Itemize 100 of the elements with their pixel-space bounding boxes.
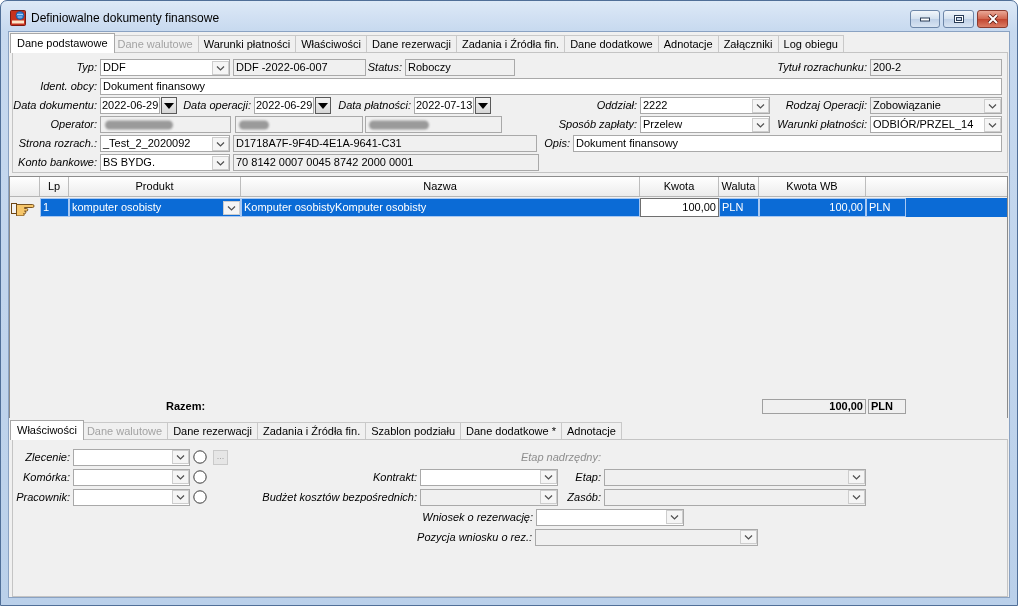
column-header[interactable]: Kwota WB [759, 177, 866, 196]
chevron-down-icon [984, 117, 1001, 132]
column-header[interactable]: Produkt [69, 177, 241, 196]
text-field[interactable]: Dokument finansowy [100, 78, 1002, 95]
dropdown-field[interactable] [73, 488, 190, 506]
date-field[interactable]: 2022-06-29 [254, 97, 314, 114]
field-label: Data dokumentu: [13, 99, 97, 112]
minimize-icon [919, 16, 931, 22]
tab[interactable]: Dane rezerwacji [167, 422, 258, 439]
close-button[interactable] [977, 10, 1008, 28]
text-field: 200-2 [870, 59, 1002, 76]
chevron-down-icon [540, 470, 557, 484]
total-field: 100,00 [762, 399, 866, 414]
field-label: Kontrakt: [372, 470, 417, 484]
redaction-blur-icon [366, 118, 432, 132]
date-picker-button[interactable] [475, 97, 491, 114]
tab[interactable]: Dane rezerwacji [366, 35, 457, 52]
chevron-down-icon [172, 450, 189, 464]
tab[interactable]: Adnotacje [657, 35, 719, 52]
chevron-down-icon [172, 490, 189, 504]
down-triangle-icon [478, 102, 488, 109]
chevron-down-icon [212, 60, 229, 75]
chevron-down-icon [740, 530, 757, 544]
tab[interactable]: Warunki płatności [197, 35, 297, 52]
field-label: Wniosek o rezerwację: [422, 510, 533, 524]
field-label: Rodzaj Operacji: [785, 99, 867, 112]
chevron-down-icon [172, 470, 189, 484]
chevron-down-icon [212, 136, 229, 151]
field-label: Status: [367, 61, 402, 74]
chevron-down-icon [984, 98, 1001, 113]
radio-button[interactable] [193, 490, 207, 504]
dropdown-field[interactable]: Przelew [640, 116, 770, 133]
field-label: Operator: [50, 118, 97, 131]
tab[interactable]: Szablon podziału [365, 422, 461, 439]
field-label: Pozycja wniosku o rez.: [417, 530, 532, 544]
currency-field: PLN [868, 399, 906, 414]
tab[interactable]: Dane podstawowe [10, 33, 115, 53]
text-field: DDF -2022-06-007 [233, 59, 366, 76]
dropdown-field[interactable] [536, 508, 684, 526]
date-picker-button[interactable] [315, 97, 331, 114]
maximize-button[interactable] [943, 10, 974, 28]
total-label: Razem: [166, 400, 206, 413]
table-row[interactable]: 1 komputer osobisty Komputer osobistyKomputer osobisty 100,00 PLN 100,00 PLN [10, 198, 1007, 217]
tab[interactable]: Adnotacje [560, 422, 622, 439]
tab[interactable]: Właściwości [10, 420, 84, 440]
field-label: Sposób zapłaty: [558, 118, 637, 131]
column-header[interactable]: Nazwa [241, 177, 640, 196]
table-cell: 1 [40, 198, 69, 217]
tab[interactable]: Załączniki [717, 35, 779, 52]
tab[interactable]: Log obiegu [777, 35, 844, 52]
dropdown-field[interactable]: ODBIÓR/PRZEL_14 [870, 116, 1002, 133]
text-field[interactable]: Dokument finansowy [573, 135, 1002, 152]
date-picker-button[interactable] [161, 97, 177, 114]
chevron-down-icon [223, 200, 240, 215]
dropdown-field[interactable]: 2222 [640, 97, 770, 114]
field-label: Zasób: [567, 490, 601, 504]
field-label: Konto bankowe: [18, 156, 97, 169]
redaction-blur-icon [102, 118, 176, 132]
date-field[interactable]: 2022-06-29 [100, 97, 160, 114]
field-label: Pracownik: [16, 490, 70, 504]
dropdown-field[interactable]: komputer osobisty [69, 198, 241, 217]
field-label: Data płatności: [338, 99, 411, 112]
text-field: D1718A7F-9F4D-4E1A-9641-C31 [233, 135, 537, 152]
field-label: Opis: [544, 137, 570, 150]
chevron-down-icon [666, 510, 683, 524]
dropdown-field[interactable]: DDF [100, 59, 230, 76]
field-label: Data operacji: [183, 99, 251, 112]
field-label: Zlecenie: [25, 450, 70, 464]
down-triangle-icon [318, 102, 328, 109]
column-header[interactable]: Waluta [719, 177, 759, 196]
down-triangle-icon [164, 102, 174, 109]
window-title: Definiowalne dokumenty finansowe [31, 11, 220, 26]
chevron-down-icon [848, 490, 865, 504]
field-label: Warunki płatności: [777, 118, 867, 131]
column-header[interactable]: Kwota [640, 177, 719, 196]
chevron-down-icon [540, 490, 557, 504]
chevron-down-icon [752, 98, 769, 113]
date-field[interactable]: 2022-07-13 [414, 97, 474, 114]
field-label: Typ: [76, 61, 97, 74]
table-cell: Komputer osobistyKomputer osobisty [241, 198, 640, 217]
radio-button[interactable] [193, 450, 207, 464]
input-field[interactable]: 100,00 [640, 198, 719, 217]
field-label: Strona rozrach.: [18, 137, 97, 150]
dropdown-field[interactable]: BS BYDG. [100, 154, 230, 171]
table-cell: 100,00 [759, 198, 866, 217]
close-icon [986, 14, 999, 24]
column-header[interactable]: Lp [40, 177, 69, 196]
field-label: Oddział: [596, 99, 637, 112]
radio-button[interactable] [193, 470, 207, 484]
chevron-down-icon [848, 470, 865, 484]
dropdown-field[interactable]: _Test_2_2020092 [100, 135, 230, 152]
app-icon [10, 10, 26, 26]
field-label: Komórka: [22, 470, 70, 484]
dropdown-field[interactable] [73, 448, 190, 466]
field-label: Budżet kosztów bezpośrednich: [262, 490, 417, 504]
redaction-blur-icon [236, 118, 272, 132]
dropdown-field[interactable] [73, 468, 190, 486]
dropdown-field[interactable] [420, 468, 558, 486]
table-cell: PLN [866, 198, 906, 217]
field-label: Tytuł rozrachunku: [777, 61, 867, 74]
